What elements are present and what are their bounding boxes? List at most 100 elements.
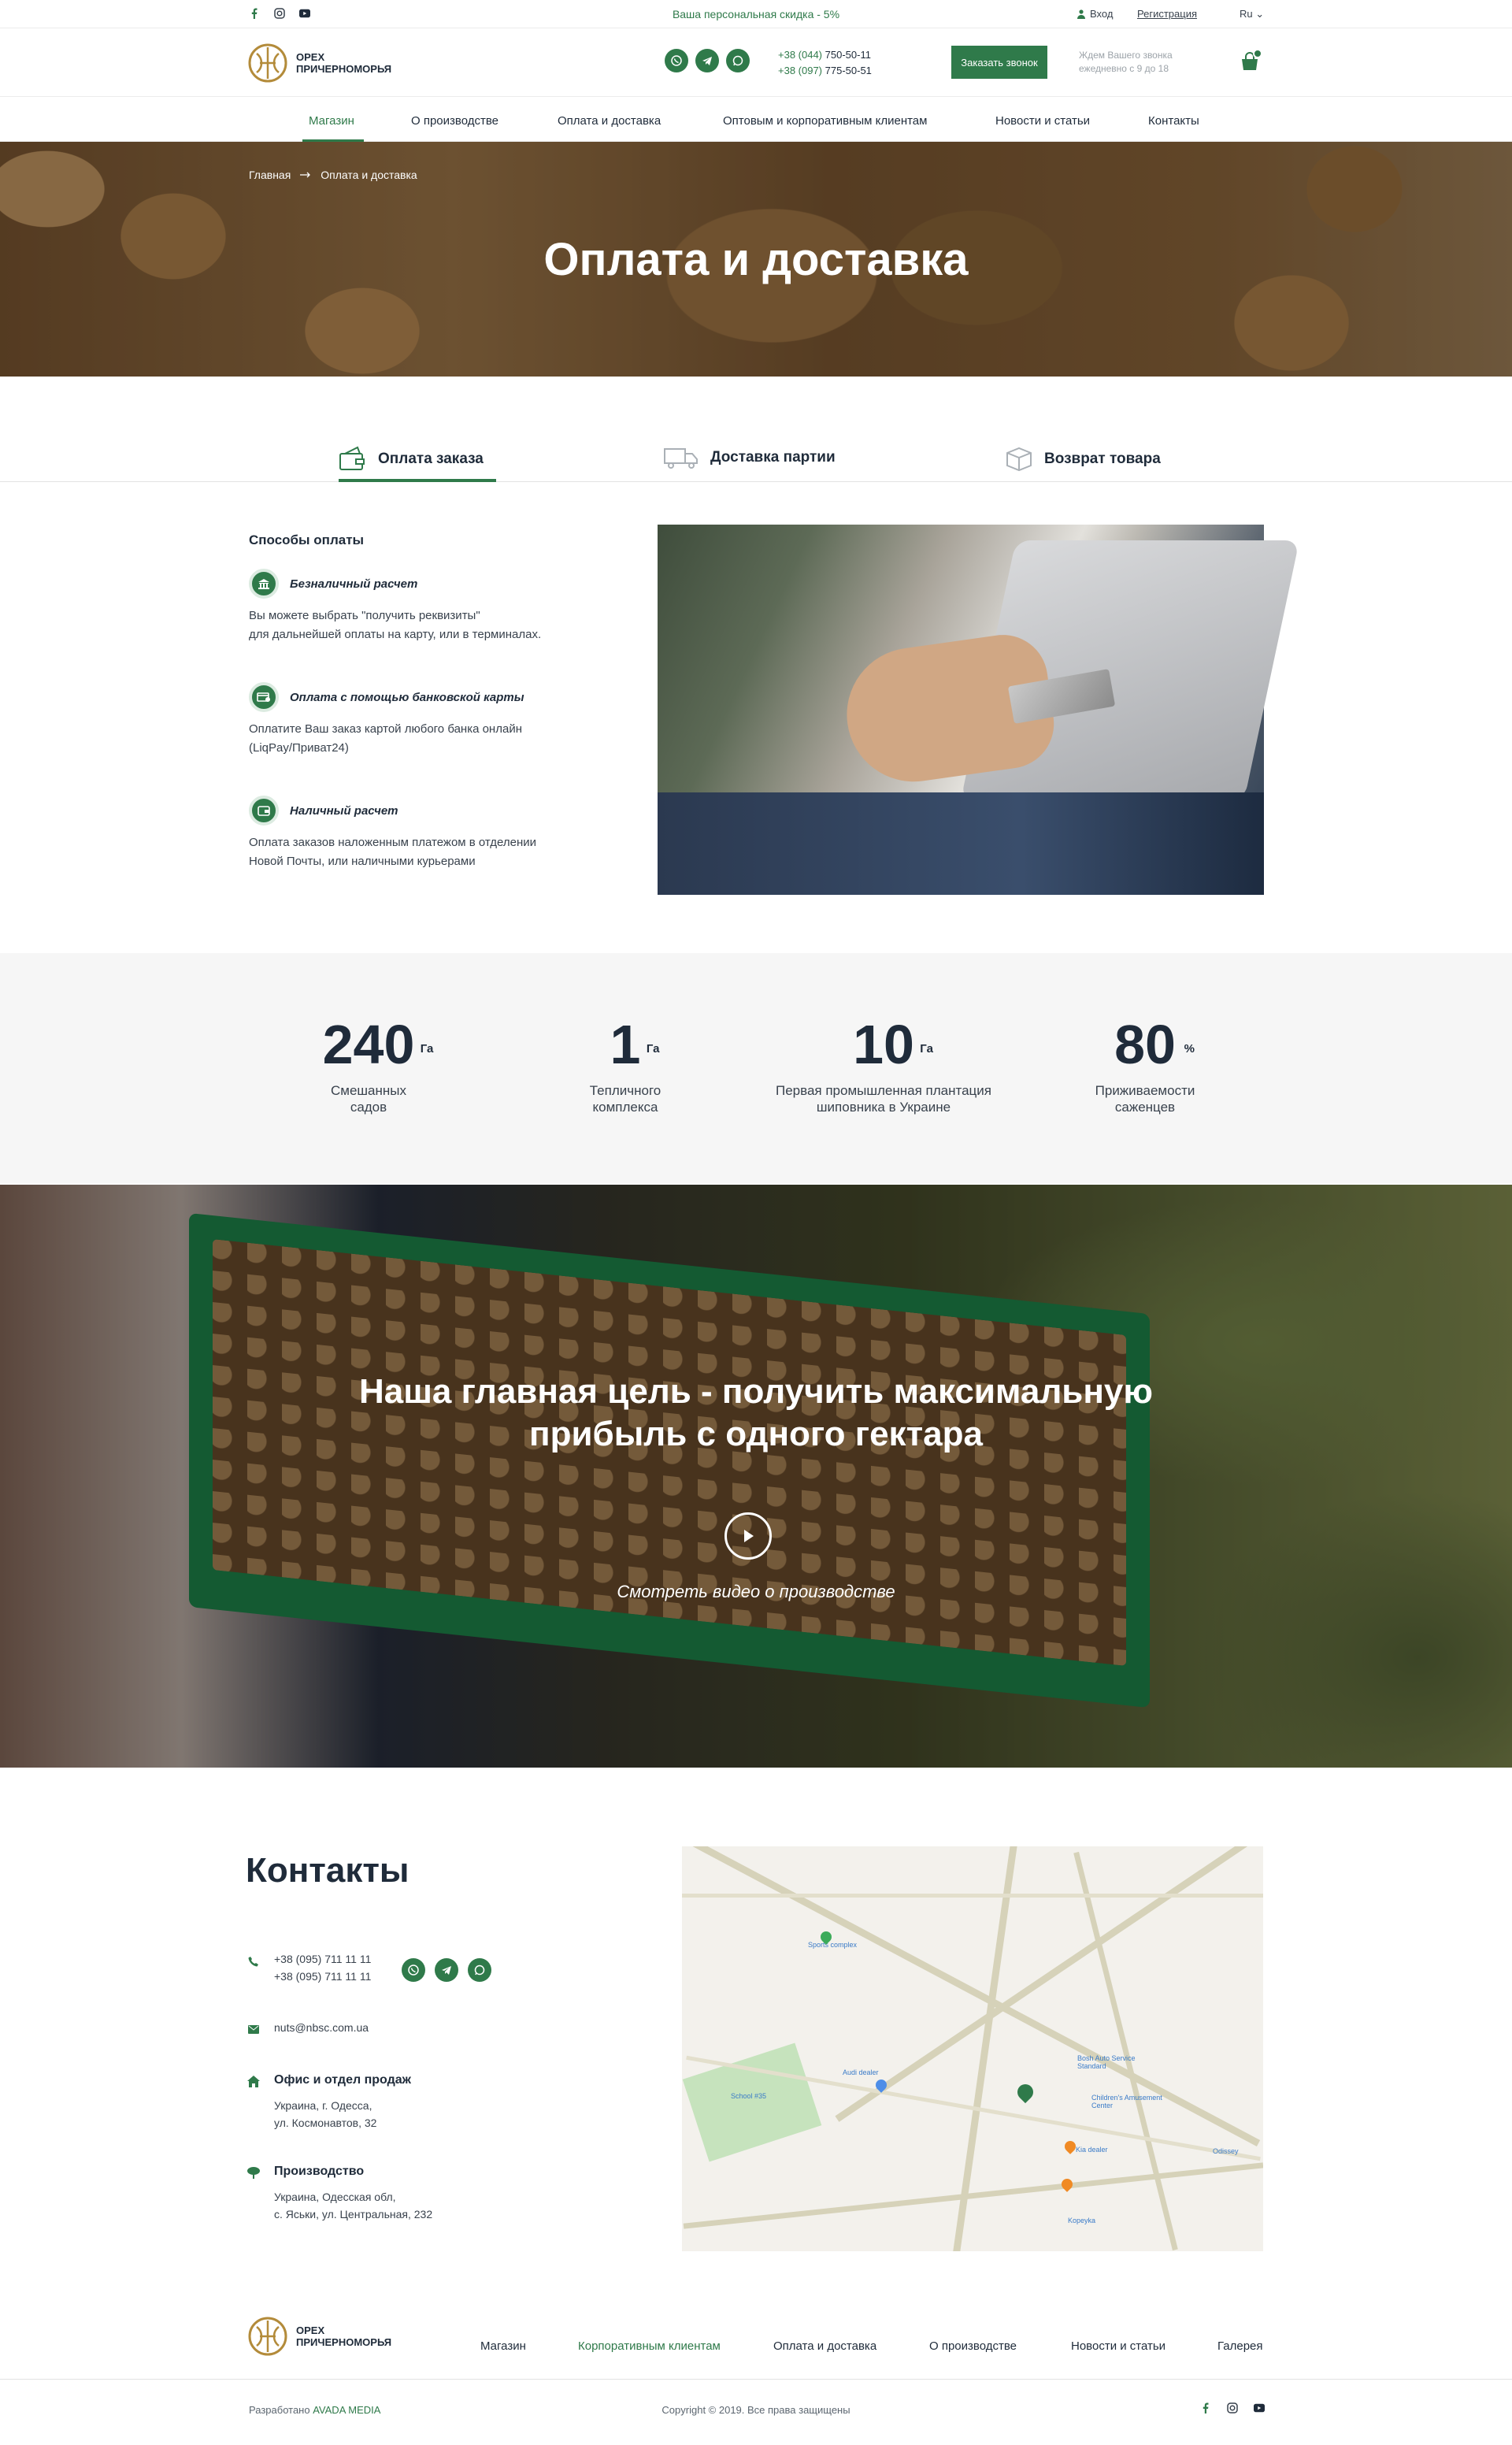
footer-social (1200, 2402, 1265, 2413)
payment-methods-title: Способы оплаты (249, 532, 365, 547)
location-pin-icon[interactable] (1014, 2080, 1037, 2104)
footer-nav-payment[interactable]: Оплата и доставка (773, 2339, 876, 2353)
walnut-logo-icon (248, 2317, 287, 2356)
play-button[interactable] (724, 1512, 772, 1560)
arrow-right-icon (300, 172, 311, 178)
map-label: School #35 (731, 2092, 767, 2100)
map-label: Bosh Auto Service Standard (1077, 2054, 1136, 2070)
contacts-title: Контакты (246, 1851, 410, 1890)
payment-method-text: Вы можете выбрать "получить реквизиты" дл… (249, 609, 542, 641)
crumb-current: Оплата и доставка (321, 169, 417, 181)
whatsapp-icon[interactable] (726, 49, 750, 72)
tabs-divider (0, 481, 1512, 482)
stats-section (0, 953, 1512, 1183)
cart-button[interactable] (1240, 49, 1262, 72)
contact-email-link[interactable]: nuts@nbsc.com.ua (274, 2019, 369, 2036)
payment-photo (658, 525, 1300, 895)
contact-office: Офис и отдел продаж Украина, г. Одесса, ул… (247, 2073, 411, 2131)
nav-wholesale[interactable]: Оптовым и корпоративным клиентам (723, 114, 927, 128)
contact-messengers (402, 1958, 491, 1982)
youtube-icon[interactable] (1254, 2402, 1265, 2413)
footer-nav-news[interactable]: Новости и статьи (1071, 2339, 1166, 2353)
map-label: Kia dealer (1076, 2146, 1108, 2154)
payment-method-name: Безналичный расчет (290, 577, 418, 591)
phone-icon (247, 1955, 260, 1968)
logo-text: ОРЕХ ПРИЧЕРНОМОРЬЯ (296, 2324, 392, 2348)
login-label: Вход (1090, 8, 1114, 20)
stat-greenhouse: 1 Га Тепличного комплекса (589, 1014, 662, 1115)
stat-plantation: 10 Га Первая промышленная плантация шиповн… (775, 1014, 991, 1115)
map-label: Sports complex (808, 1941, 858, 1949)
messenger-links (665, 49, 750, 72)
crumb-home[interactable]: Главная (249, 169, 291, 181)
footer-nav-gallery[interactable]: Галерея (1217, 2339, 1263, 2353)
contact-production: Производство Украина, Одесская обл, с. Ясь… (247, 2165, 432, 2223)
call-note: Ждем Вашего звонка ежедневно с 9 до 18 (1079, 50, 1173, 74)
play-icon (744, 1530, 754, 1542)
footer-nav-corporate[interactable]: Корпоративным клиентам (578, 2339, 721, 2353)
phone-1[interactable]: +38 (044) 750-50-11 (778, 47, 872, 63)
map-label: Audi dealer (843, 2068, 879, 2076)
footer-logo[interactable]: ОРЕХ ПРИЧЕРНОМОРЬЯ (247, 2316, 391, 2357)
video-caption[interactable]: Смотреть видео о производстве (0, 1582, 1512, 1602)
phone-2[interactable]: +38 (097) 775-50-51 (778, 63, 872, 79)
tab-delivery[interactable]: Доставка партии (663, 446, 836, 469)
facebook-icon[interactable] (1200, 2402, 1211, 2413)
nav-contacts[interactable]: Контакты (1148, 114, 1199, 128)
copyright: Copyright © 2019. Все права защищены (662, 2404, 850, 2416)
tab-payment-label: Оплата заказа (378, 451, 484, 467)
contacts-map[interactable]: Sports complex Audi dealer School #35 Bo… (682, 1846, 1263, 2251)
map-pin-icon (1059, 2176, 1075, 2192)
card-icon (249, 682, 279, 712)
nav-shop[interactable]: Магазин (309, 114, 354, 128)
tab-return[interactable]: Возврат товара (1005, 446, 1161, 473)
payment-method-card: Оплата с помощью банковской карты Оплати… (249, 682, 587, 758)
mail-icon (247, 2023, 260, 2035)
logo[interactable]: ОРЕХ ПРИЧЕРНОМОРЬЯ (247, 43, 391, 83)
tab-payment[interactable]: Оплата заказа (339, 446, 484, 473)
header-phones: +38 (044) 750-50-11 +38 (097) 775-50-51 (778, 47, 872, 79)
page: Ваша персональная скидка - 5% Вход Регис… (0, 0, 1512, 2445)
contact-phone-1[interactable]: +38 (095) 711 11 11 (274, 1950, 371, 1968)
telegram-icon[interactable] (435, 1958, 458, 1982)
breadcrumb: Главная Оплата и доставка (249, 169, 417, 181)
nav-news[interactable]: Новости и статьи (995, 114, 1090, 128)
footer-divider (0, 2379, 1512, 2380)
map-label: Kopeyka (1068, 2217, 1096, 2224)
truck-icon (663, 446, 699, 469)
contact-email: nuts@nbsc.com.ua (247, 2021, 369, 2036)
tree-icon (247, 2166, 260, 2179)
language-select[interactable]: Ru ⌄ (1240, 8, 1264, 20)
order-call-button[interactable]: Заказать звонок (951, 46, 1047, 79)
footer-nav-production[interactable]: О производстве (929, 2339, 1017, 2353)
viber-icon[interactable] (665, 49, 688, 72)
contact-phone-2[interactable]: +38 (095) 711 11 11 (274, 1968, 371, 1985)
register-link[interactable]: Регистрация (1137, 8, 1197, 20)
stat-gardens: 240 Га Смешанных садов (322, 1014, 434, 1115)
user-icon (1077, 9, 1085, 19)
payment-method-name: Наличный расчет (290, 803, 398, 818)
main-nav: Магазин О производстве Оплата и доставка… (0, 96, 1512, 142)
payment-method-cashless: Безналичный расчет Вы можете выбрать "по… (249, 569, 587, 644)
wallet-icon (339, 446, 367, 473)
logo-text: ОРЕХ ПРИЧЕРНОМОРЬЯ (296, 51, 392, 75)
instagram-icon[interactable] (1227, 2402, 1238, 2413)
payment-method-cash: Наличный расчет Оплата заказов наложенны… (249, 796, 587, 871)
office-title: Офис и отдел продаж (274, 2073, 411, 2087)
telegram-icon[interactable] (695, 49, 719, 72)
payment-method-text: Оплата заказов наложенным платежом в отд… (249, 836, 537, 868)
video-title: Наша главная цель - получить максимальну… (359, 1372, 1153, 1453)
viber-icon[interactable] (402, 1958, 425, 1982)
video-banner (0, 1185, 1512, 1768)
tab-active-indicator (339, 479, 496, 482)
wallet-cash-icon (249, 796, 279, 826)
login-link[interactable]: Вход (1077, 8, 1113, 20)
map-label: Odissey (1213, 2147, 1239, 2155)
payment-method-name: Оплата с помощью банковской карты (290, 690, 524, 704)
nav-payment-delivery[interactable]: Оплата и доставка (558, 114, 661, 128)
cart-badge (1253, 49, 1262, 58)
footer-nav-shop[interactable]: Магазин (480, 2339, 526, 2353)
whatsapp-icon[interactable] (468, 1958, 491, 1982)
box-icon (1005, 446, 1033, 473)
nav-production[interactable]: О производстве (411, 114, 498, 128)
